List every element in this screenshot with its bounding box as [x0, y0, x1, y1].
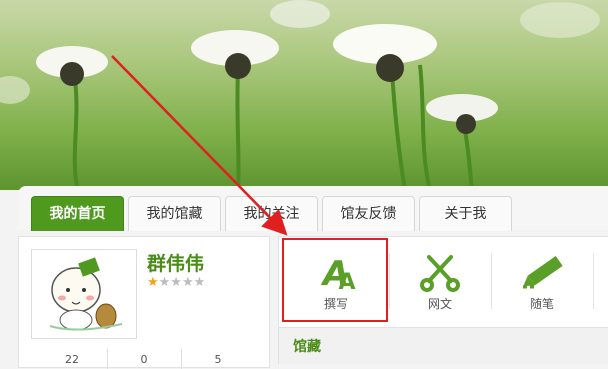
annotation-arrow [111, 55, 288, 236]
